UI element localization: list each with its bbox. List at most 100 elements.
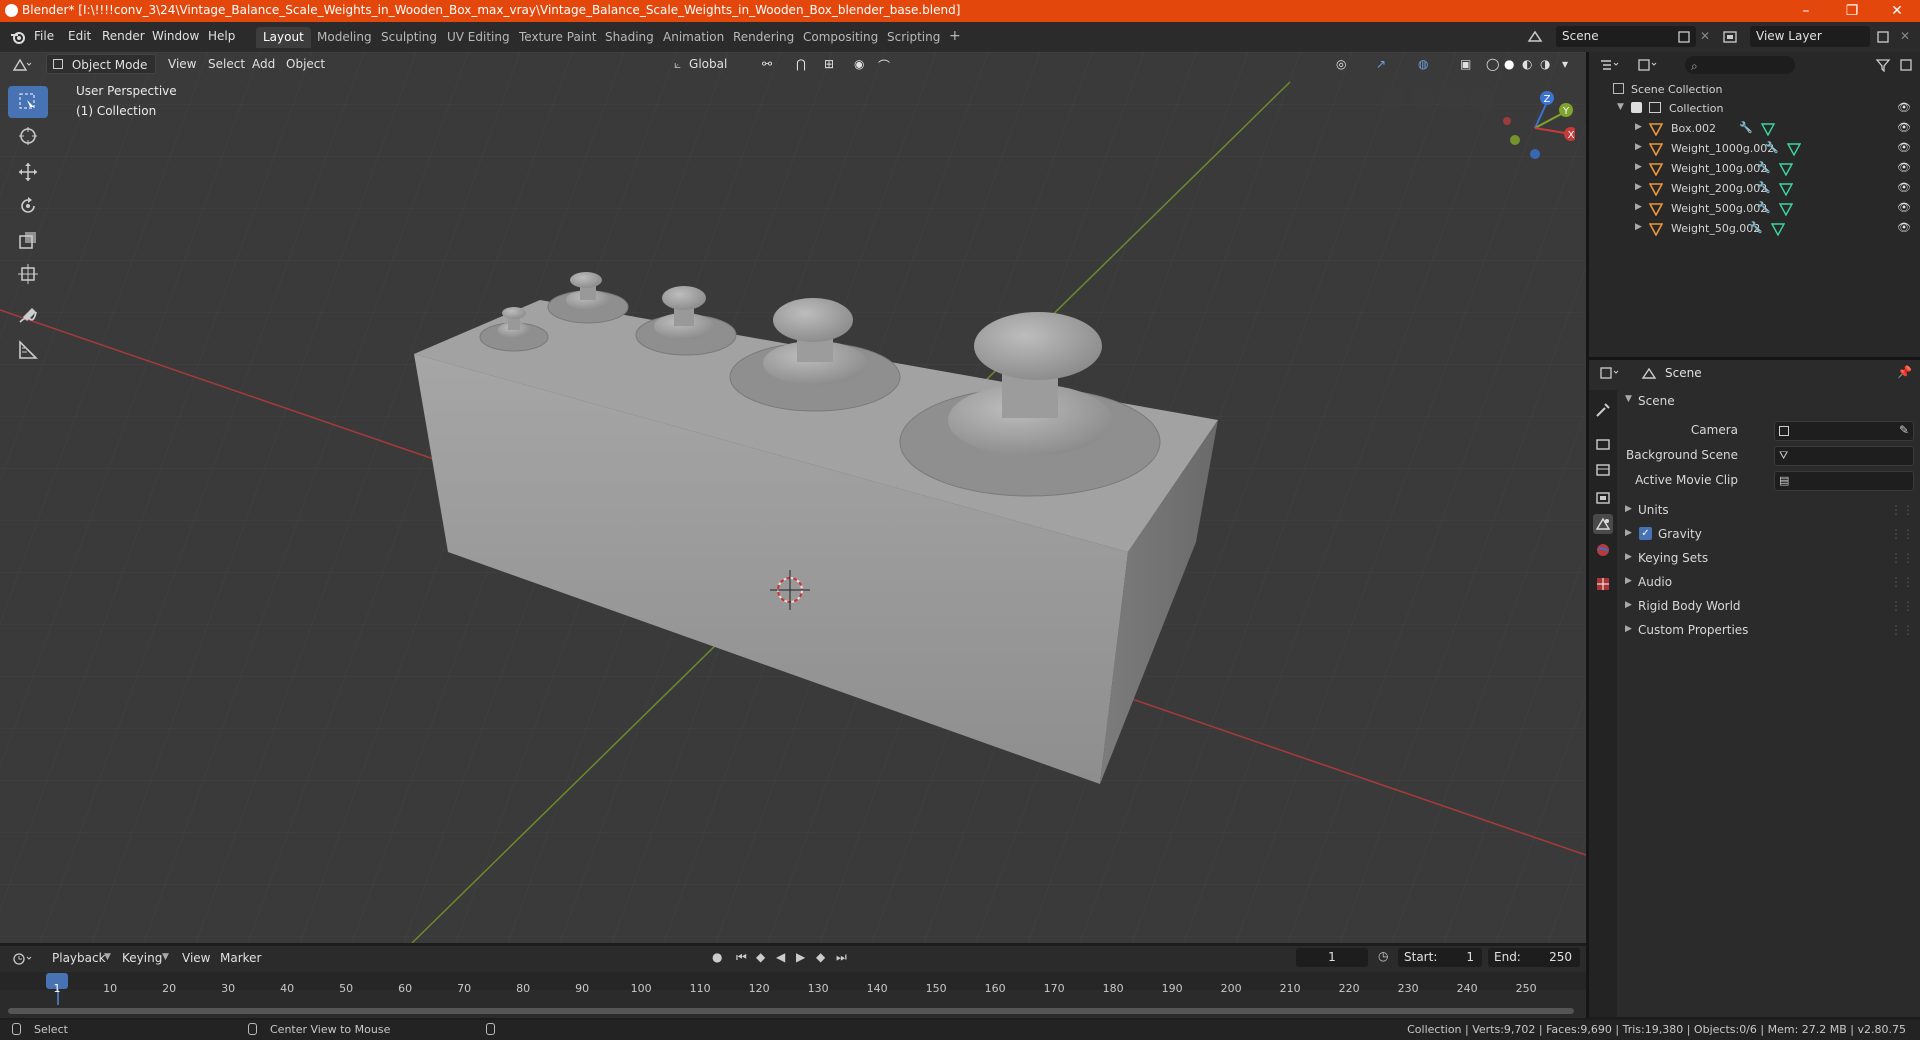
area-divider[interactable] bbox=[1586, 52, 1589, 1018]
pan-hand-icon[interactable] bbox=[1440, 86, 1466, 112]
properties-editor-type-icon[interactable] bbox=[1599, 366, 1621, 380]
next-keyframe-icon[interactable]: ◆ bbox=[816, 950, 825, 964]
collection-checkbox-icon[interactable] bbox=[1631, 102, 1642, 113]
outliner-object-row[interactable]: ▶ Weight_500g.002 🔧 👁 bbox=[1589, 199, 1920, 219]
scene-section-header[interactable]: ▼ Scene bbox=[1620, 391, 1920, 413]
mesh-data-icon[interactable] bbox=[1771, 222, 1785, 236]
marker-menu[interactable]: Marker bbox=[214, 948, 267, 968]
play-reverse-icon[interactable]: ◀ bbox=[776, 950, 785, 964]
editor-type-icon[interactable] bbox=[12, 58, 32, 72]
new-view-layer-icon[interactable] bbox=[1876, 30, 1890, 44]
jump-end-icon[interactable]: ⏭ bbox=[836, 950, 847, 965]
modifier-wrench-icon[interactable]: 🔧 bbox=[1739, 121, 1753, 134]
preview-range-icon[interactable]: ◷ bbox=[1378, 949, 1388, 963]
3d-viewport[interactable]: Object Mode View Select Add Object ⟀ Glo… bbox=[0, 52, 1586, 943]
view-layer-tab-icon[interactable] bbox=[1593, 488, 1613, 508]
menu-window[interactable]: Window bbox=[152, 29, 199, 43]
outliner-object-row[interactable]: ▶ Weight_100g.002 🔧 👁 bbox=[1589, 159, 1920, 179]
panel-keying-sets[interactable]: ▶ Keying Sets ⋮⋮ bbox=[1620, 548, 1920, 570]
tool-settings-tab-icon[interactable] bbox=[1593, 400, 1613, 420]
outliner-collection-row[interactable]: ▼ Collection 👁 bbox=[1589, 99, 1920, 119]
tab-rendering[interactable]: Rendering bbox=[726, 27, 801, 48]
add-workspace-button[interactable]: + bbox=[942, 25, 968, 46]
panel-units[interactable]: ▶ Units ⋮⋮ bbox=[1620, 500, 1920, 522]
current-frame-field[interactable]: 1 bbox=[1296, 948, 1368, 967]
overlay-toggle-icon[interactable]: ◍ bbox=[1412, 54, 1434, 74]
panel-drag-handle-icon[interactable]: ⋮⋮ bbox=[1890, 599, 1914, 613]
object-expand-icon[interactable]: ▶ bbox=[1635, 202, 1642, 212]
background-scene-field[interactable]: ⛛ bbox=[1774, 446, 1914, 466]
outliner-object-row[interactable]: ▶ Weight_200g.002 🔧 👁 bbox=[1589, 179, 1920, 199]
snap-icon[interactable]: ⋂ bbox=[790, 54, 812, 74]
modifier-wrench-icon[interactable]: 🔧 bbox=[1765, 141, 1779, 154]
visibility-eye-icon[interactable]: 👁 bbox=[1897, 141, 1911, 154]
modifier-wrench-icon[interactable]: 🔧 bbox=[1757, 161, 1771, 174]
tab-uv-editing[interactable]: UV Editing bbox=[440, 27, 517, 48]
toggle-grid-view-icon[interactable] bbox=[1380, 86, 1406, 112]
falloff-icon[interactable]: ⌒ bbox=[872, 54, 896, 74]
timeline-editor-type-icon[interactable] bbox=[12, 952, 34, 966]
shading-rendered-icon[interactable]: ◑ bbox=[1534, 54, 1556, 74]
visibility-selectability-icon[interactable]: ◎ bbox=[1330, 54, 1352, 74]
panel-drag-handle-icon[interactable]: ⋮⋮ bbox=[1890, 623, 1914, 637]
play-icon[interactable]: ▶ bbox=[796, 950, 805, 964]
modifier-wrench-icon[interactable]: 🔧 bbox=[1749, 221, 1763, 234]
outliner-editor-type-icon[interactable] bbox=[1599, 58, 1621, 72]
pin-icon[interactable]: 📌 bbox=[1897, 365, 1912, 379]
gizmo-toggle-icon[interactable]: ↗ bbox=[1370, 54, 1392, 74]
outliner-object-row[interactable]: ▶ Weight_1000g.002 🔧 👁 bbox=[1589, 139, 1920, 159]
keying-menu[interactable]: Keying bbox=[116, 948, 168, 968]
mesh-data-icon[interactable] bbox=[1779, 202, 1793, 216]
zoom-icon[interactable] bbox=[1470, 86, 1496, 112]
timeline-scrollbar[interactable] bbox=[8, 1008, 1574, 1014]
mesh-data-icon[interactable] bbox=[1779, 162, 1793, 176]
area-divider-horizontal[interactable] bbox=[1589, 357, 1920, 360]
object-expand-icon[interactable]: ▶ bbox=[1635, 222, 1642, 232]
timeline-view-menu[interactable]: View bbox=[176, 948, 216, 968]
output-tab-icon[interactable] bbox=[1593, 460, 1613, 480]
select-box-tool[interactable] bbox=[8, 86, 48, 118]
navigation-gizmo[interactable]: Z Y X bbox=[1495, 86, 1575, 166]
outliner-scene-collection[interactable]: Scene Collection bbox=[1589, 80, 1920, 100]
texture-tab-icon[interactable] bbox=[1593, 574, 1613, 594]
view-layer-selector[interactable]: View Layer bbox=[1750, 26, 1870, 47]
outliner-object-row[interactable]: ▶ Box.002 🔧 👁 bbox=[1589, 119, 1920, 139]
minimize-button[interactable]: – bbox=[1783, 0, 1829, 22]
tab-shading[interactable]: Shading bbox=[598, 27, 661, 48]
view-layer-icon[interactable] bbox=[1722, 29, 1738, 45]
delete-view-layer-icon[interactable]: ✕ bbox=[1900, 29, 1910, 43]
scene-tab-icon[interactable] bbox=[1593, 514, 1613, 534]
visibility-eye-icon[interactable]: 👁 bbox=[1897, 221, 1911, 234]
prev-keyframe-icon[interactable]: ◆ bbox=[756, 950, 765, 964]
camera-view-icon[interactable] bbox=[1410, 86, 1436, 112]
jump-start-icon[interactable]: ⏮ bbox=[736, 950, 747, 965]
visibility-eye-icon[interactable]: 👁 bbox=[1897, 201, 1911, 214]
blender-menu-icon[interactable] bbox=[10, 29, 26, 45]
modifier-wrench-icon[interactable]: 🔧 bbox=[1757, 201, 1771, 214]
annotate-tool[interactable] bbox=[8, 300, 48, 332]
outliner-object-row[interactable]: ▶ Weight_50g.002 🔧 👁 bbox=[1589, 219, 1920, 239]
camera-field[interactable]: ✎ bbox=[1774, 421, 1914, 441]
gravity-checkbox[interactable]: ✓ bbox=[1639, 527, 1652, 540]
object-expand-icon[interactable]: ▶ bbox=[1635, 182, 1642, 192]
world-tab-icon[interactable] bbox=[1593, 540, 1613, 560]
object-expand-icon[interactable]: ▶ bbox=[1635, 142, 1642, 152]
neg-y-axis-handle[interactable] bbox=[1510, 135, 1520, 145]
visibility-eye-icon[interactable]: 👁 bbox=[1897, 181, 1911, 194]
panel-drag-handle-icon[interactable]: ⋮⋮ bbox=[1890, 575, 1914, 589]
panel-drag-handle-icon[interactable]: ⋮⋮ bbox=[1890, 503, 1914, 517]
snap-target-icon[interactable]: ⊞ bbox=[818, 54, 840, 74]
mesh-data-icon[interactable] bbox=[1787, 142, 1801, 156]
menu-select[interactable]: Select bbox=[202, 54, 251, 74]
object-expand-icon[interactable]: ▶ bbox=[1635, 162, 1642, 172]
modifier-wrench-icon[interactable]: 🔧 bbox=[1757, 181, 1771, 194]
tab-compositing[interactable]: Compositing bbox=[796, 27, 885, 48]
object-expand-icon[interactable]: ▶ bbox=[1635, 122, 1642, 132]
xray-toggle-icon[interactable]: ▣ bbox=[1454, 54, 1477, 74]
tab-animation[interactable]: Animation bbox=[656, 27, 731, 48]
menu-object[interactable]: Object bbox=[280, 54, 331, 74]
tab-modeling[interactable]: Modeling bbox=[310, 27, 379, 48]
filter-icon[interactable] bbox=[1875, 58, 1897, 72]
start-frame-field[interactable]: Start: 1 bbox=[1398, 948, 1482, 967]
menu-file[interactable]: File bbox=[34, 29, 54, 43]
